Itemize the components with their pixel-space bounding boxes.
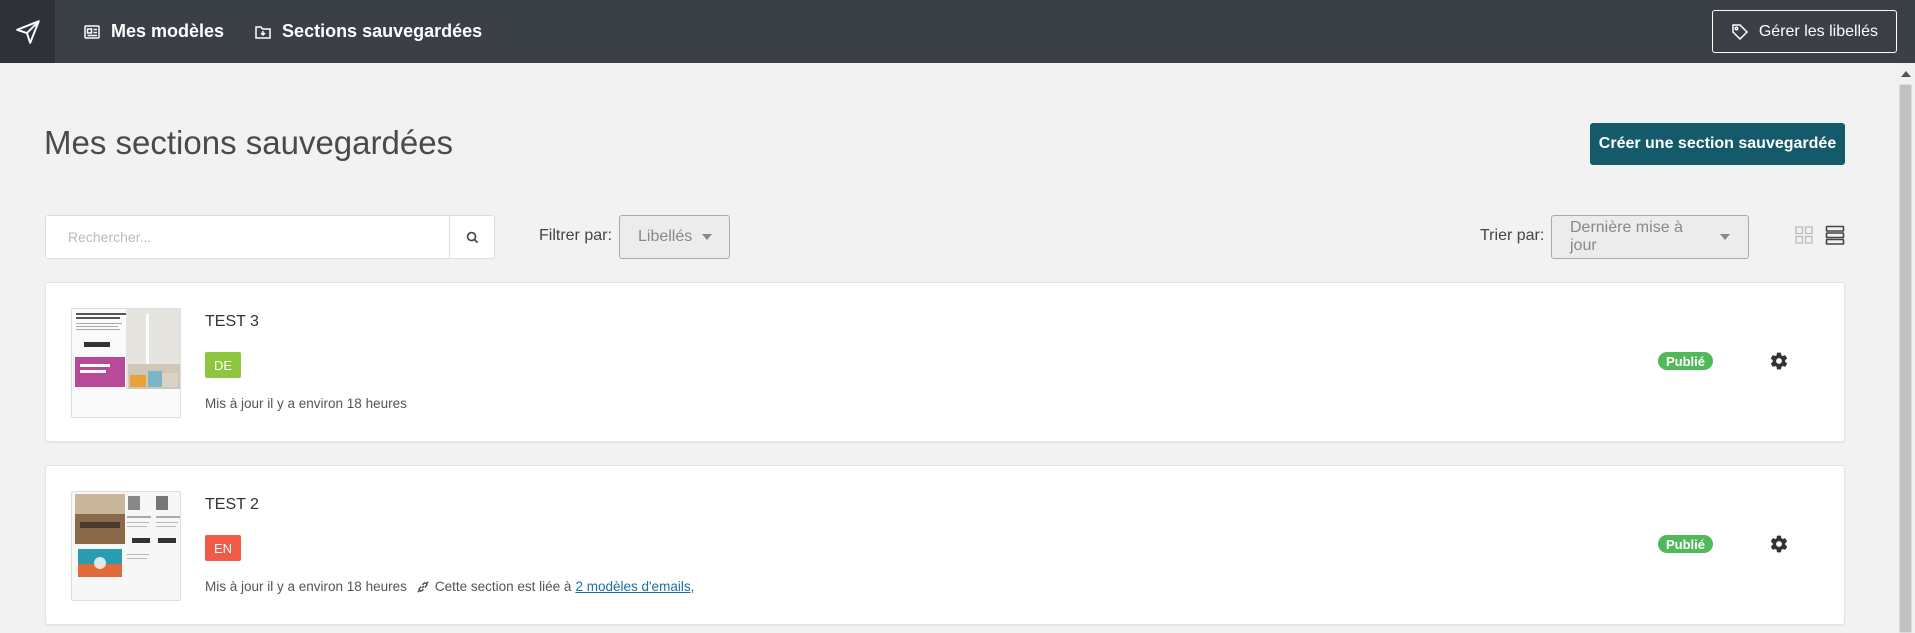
section-title[interactable]: TEST 2 [205, 496, 259, 514]
sort-label: Trier par: [1480, 227, 1545, 244]
language-badge: EN [205, 535, 241, 561]
search-icon [466, 231, 478, 243]
manage-labels-label: Gérer les libellés [1758, 22, 1878, 40]
section-card[interactable]: TEST 2 EN Mis à jour il y a environ 18 h… [45, 465, 1845, 625]
top-navigation: Mes modèles Sections sauvegardées Gérer … [0, 0, 1915, 63]
sort-value: Dernière mise à jour [1570, 219, 1683, 254]
scrollbar-thumb[interactable] [1899, 84, 1912, 633]
nav-saved-sections[interactable]: Sections sauvegardées [254, 21, 482, 42]
language-badge: DE [205, 352, 241, 378]
labels-filter-value: Libellés [638, 228, 693, 245]
section-meta: Mis à jour il y a environ 18 heures Cett… [205, 579, 694, 594]
caret-down-icon [702, 234, 713, 240]
tag-icon [1732, 23, 1748, 40]
section-title[interactable]: TEST 3 [205, 313, 259, 331]
section-preview-image [72, 309, 180, 417]
nav-my-templates[interactable]: Mes modèles [83, 21, 224, 42]
status-badge: Publié [1658, 535, 1714, 553]
section-thumbnail[interactable] [71, 491, 181, 601]
sort-dropdown[interactable]: Dernière mise à jour [1551, 215, 1749, 259]
section-meta: Mis à jour il y a environ 18 heures [205, 396, 407, 411]
search-input[interactable] [46, 216, 449, 258]
section-preview-image [72, 492, 180, 600]
linked-suffix: , [690, 579, 695, 594]
section-thumbnail[interactable] [71, 308, 181, 418]
gear-icon[interactable] [1769, 534, 1789, 554]
section-card[interactable]: TEST 3 DE Mis à jour il y a environ 18 h… [45, 282, 1845, 442]
status-badge: Publié [1658, 352, 1714, 370]
filter-label: Filtrer par: [539, 227, 612, 244]
folder-icon [255, 25, 271, 39]
labels-filter-dropdown[interactable]: Libellés [619, 215, 730, 259]
create-saved-section-button[interactable]: Créer une section sauvegardée [1590, 123, 1845, 165]
app-logo[interactable] [0, 0, 55, 63]
paper-plane-icon [15, 19, 40, 44]
grid-view-icon[interactable] [1795, 226, 1813, 244]
link-icon [417, 580, 429, 593]
updated-text: Mis à jour il y a environ 18 heures [205, 579, 407, 594]
scrollbar[interactable] [1896, 63, 1915, 633]
gear-icon[interactable] [1769, 351, 1789, 371]
linked-templates-link[interactable]: 2 modèles d'emails [575, 579, 690, 594]
scroll-up-arrow-icon[interactable] [1901, 71, 1911, 77]
manage-labels-button[interactable]: Gérer les libellés [1711, 10, 1897, 53]
template-icon [84, 24, 100, 39]
updated-text: Mis à jour il y a environ 18 heures [205, 396, 407, 411]
nav-my-templates-label: Mes modèles [111, 21, 225, 41]
search-box [45, 215, 495, 259]
caret-down-icon [1720, 234, 1730, 240]
linked-text: Cette section est liée à [434, 579, 572, 594]
nav-saved-sections-label: Sections sauvegardées [282, 21, 483, 41]
list-view-icon[interactable] [1825, 225, 1845, 245]
search-button[interactable] [449, 216, 494, 258]
page-title: Mes sections sauvegardées [44, 124, 454, 161]
